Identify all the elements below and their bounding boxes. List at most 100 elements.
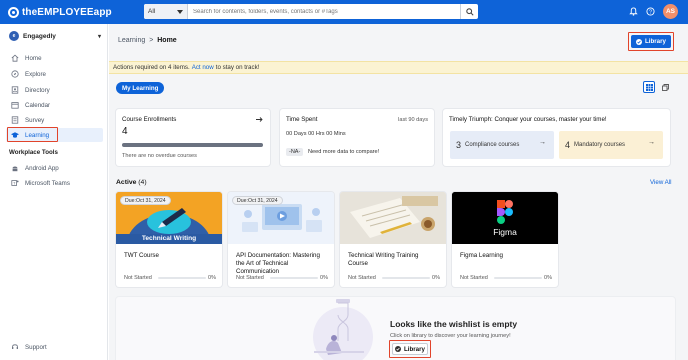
course-thumbnail: Figma — [452, 192, 558, 244]
teams-icon: T — [11, 179, 19, 187]
search-icon — [465, 7, 474, 16]
support-icon — [11, 343, 19, 351]
course-title: Figma Learning — [460, 252, 503, 259]
enrollment-progress-bar — [122, 143, 263, 147]
sidebar-item-label: Support — [25, 343, 47, 351]
course-status: Not Started — [236, 275, 264, 281]
due-date-badge: Due:Oct 31, 2024 — [120, 196, 171, 205]
search-bar: All — [144, 4, 478, 19]
course-progress-bar — [494, 277, 542, 279]
breadcrumb-current: Home — [157, 37, 177, 44]
compass-icon — [11, 70, 19, 78]
overdue-note: There are no overdue courses — [122, 153, 197, 159]
course-percent: 0% — [544, 275, 552, 281]
wishlist-empty-subtitle: Click on library to discover your learni… — [390, 333, 511, 339]
wishlist-empty-title: Looks like the wishlist is empty — [390, 319, 518, 329]
course-percent: 0% — [320, 275, 328, 281]
time-spent-title: Time Spent — [286, 116, 318, 123]
search-input[interactable] — [188, 5, 460, 18]
course-card-technical-writing-training[interactable]: Technical Writing Training Course Not St… — [340, 192, 446, 287]
compliance-count: 3 — [456, 140, 462, 150]
sidebar-item-android-app[interactable]: Android App — [6, 161, 103, 175]
mandatory-count: 4 — [565, 140, 571, 150]
enrollment-progress-fill — [122, 143, 263, 147]
compliance-label: Compliance courses — [465, 142, 520, 148]
timely-triumph-card: Timely Triumph: Conquer your courses, ma… — [443, 109, 670, 166]
breadcrumb-parent[interactable]: Learning — [118, 37, 145, 44]
logo-text: theEMPLOYEEapp — [22, 6, 112, 18]
org-switcher[interactable]: e Engagedly ▾ — [9, 30, 101, 42]
arrow-right-icon: → — [648, 139, 655, 146]
sidebar-item-support[interactable]: Support — [6, 340, 103, 354]
mandatory-courses-tile[interactable]: 4 Mandatory courses → — [559, 131, 663, 159]
sidebar-item-label: Explore — [25, 70, 46, 78]
breadcrumb: Learning > Home — [118, 37, 177, 44]
main-content: Learning > Home Library Actions required… — [109, 24, 688, 360]
org-logo-icon: e — [9, 31, 19, 41]
sidebar-item-label: Directory — [25, 86, 50, 94]
view-all-link[interactable]: View All — [650, 179, 672, 186]
grid-icon — [645, 83, 653, 91]
search-scope-select[interactable]: All — [144, 4, 188, 19]
course-percent: 0% — [432, 275, 440, 281]
course-card-twt[interactable]: Due:Oct 31, 2024 Technical Writing TWT C… — [116, 192, 222, 287]
course-title: TWT Course — [124, 252, 159, 259]
course-title: API Documentation: Mastering the Art of … — [236, 252, 320, 275]
time-spent-value: 00 Days 00 Hrs 00 Mins — [286, 131, 346, 137]
course-title: Technical Writing Training Course — [348, 252, 419, 267]
sidebar-item-microsoft-teams[interactable]: T Microsoft Teams — [6, 176, 103, 190]
act-now-link[interactable]: Act now — [192, 64, 214, 71]
svg-text:?: ? — [649, 9, 652, 15]
sidebar-item-survey[interactable]: Survey — [6, 113, 103, 127]
sidebar: e Engagedly ▾ Home Explore Directory Cal… — [0, 24, 108, 360]
sidebar-item-explore[interactable]: Explore — [6, 67, 103, 81]
compliance-courses-tile[interactable]: 3 Compliance courses → — [450, 131, 554, 159]
search-button[interactable] — [460, 4, 478, 19]
directory-icon — [11, 86, 19, 94]
enrollment-count: 4 — [122, 126, 128, 137]
wishlist-library-highlight-box — [389, 340, 431, 358]
timely-triumph-title: Timely Triumph: Conquer your courses, ma… — [449, 116, 607, 123]
grid-view-toggle[interactable] — [643, 81, 655, 93]
sidebar-item-directory[interactable]: Directory — [6, 83, 103, 97]
arrow-right-icon: → — [539, 139, 546, 146]
wishlist-empty-state: Looks like the wishlist is empty Click o… — [116, 297, 675, 360]
stack-view-toggle[interactable] — [659, 81, 671, 93]
logo-mark-icon — [8, 6, 19, 18]
course-enrollments-title: Course Enrollments — [122, 116, 177, 123]
sidebar-item-calendar[interactable]: Calendar — [6, 98, 103, 112]
course-status: Not Started — [124, 275, 152, 281]
active-section-title: Active (4) — [116, 179, 147, 186]
survey-icon — [11, 116, 19, 124]
alert-text: Actions required on 4 items. — [113, 64, 190, 71]
empty-wishlist-illustration — [313, 299, 373, 360]
sidebar-item-label: Home — [25, 54, 42, 62]
help-icon[interactable]: ? — [646, 7, 655, 16]
stack-icon — [661, 83, 669, 91]
active-count: (4) — [138, 179, 147, 186]
chevron-down-icon: ▾ — [97, 33, 101, 40]
sidebar-item-home[interactable]: Home — [6, 51, 103, 65]
android-icon — [11, 164, 19, 172]
course-thumbnail — [340, 192, 446, 244]
caret-down-icon — [177, 9, 183, 14]
my-learning-tab[interactable]: My Learning — [116, 82, 165, 94]
user-avatar[interactable]: AS — [663, 4, 678, 19]
comparison-note: Need more data to compare! — [308, 149, 380, 155]
course-enrollments-card[interactable]: Course Enrollments 4 There are no overdu… — [116, 109, 270, 166]
home-icon — [11, 54, 19, 62]
course-card-api-documentation[interactable]: Due:Oct 31, 2024 API Documentation: Mast… — [228, 192, 334, 287]
svg-text:T: T — [13, 181, 16, 186]
alert-suffix: to stay on track! — [215, 64, 260, 71]
course-card-figma-learning[interactable]: Figma Figma Learning Not Started 0% — [452, 192, 558, 287]
sidebar-item-label: Android App — [25, 164, 59, 172]
bell-icon[interactable] — [629, 7, 638, 16]
mandatory-label: Mandatory courses — [574, 142, 626, 148]
app-logo[interactable]: theEMPLOYEEapp — [8, 5, 112, 19]
writing-desk-illustration — [340, 192, 446, 244]
course-thumbnail: Due:Oct 31, 2024 — [228, 192, 334, 244]
workplace-tools-heading: Workplace Tools — [9, 149, 58, 156]
arrow-right-icon[interactable] — [256, 117, 263, 122]
sidebar-item-label: Calendar — [25, 101, 51, 109]
sidebar-item-label: Microsoft Teams — [25, 179, 70, 187]
